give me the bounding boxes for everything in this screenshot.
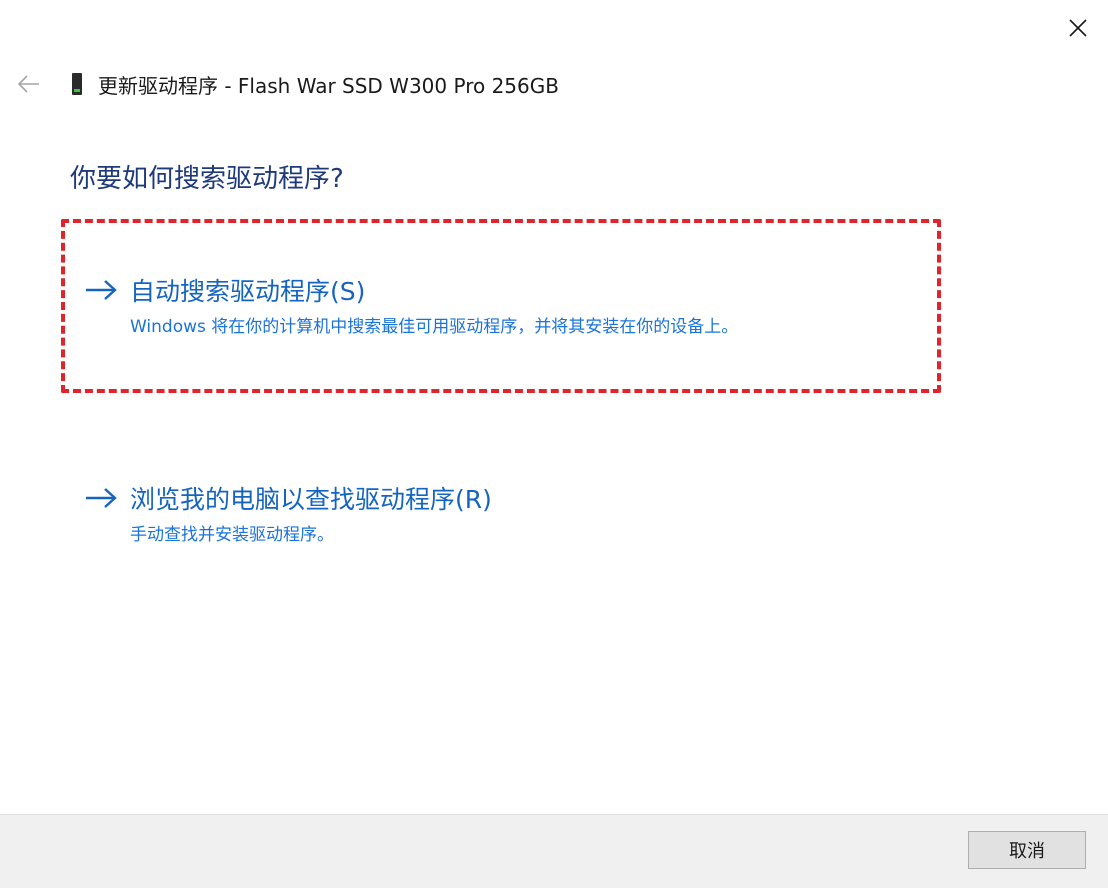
auto-search-description: Windows 将在你的计算机中搜索最佳可用驱动程序，并将其安装在你的设备上。: [130, 317, 739, 337]
browse-computer-option[interactable]: 浏览我的电脑以查找驱动程序(R) 手动查找并安装驱动程序。: [84, 480, 492, 545]
browse-computer-description: 手动查找并安装驱动程序。: [130, 525, 334, 545]
arrow-right-icon: [84, 486, 120, 510]
dialog-footer: 取消: [0, 814, 1108, 888]
close-button[interactable]: [1058, 8, 1098, 48]
browse-computer-label[interactable]: 浏览我的电脑以查找驱动程序(R): [130, 480, 492, 516]
back-button[interactable]: [14, 69, 44, 99]
auto-search-label[interactable]: 自动搜索驱动程序(S): [130, 272, 365, 308]
close-icon: [1069, 19, 1087, 37]
back-arrow-icon: [17, 75, 39, 93]
auto-search-option[interactable]: 自动搜索驱动程序(S) Windows 将在你的计算机中搜索最佳可用驱动程序，并…: [84, 272, 738, 337]
dialog-header: 更新驱动程序 - Flash War SSD W300 Pro 256GB: [14, 64, 559, 104]
drive-icon: [70, 71, 84, 97]
page-heading: 你要如何搜索驱动程序?: [70, 164, 344, 194]
cancel-button[interactable]: 取消: [968, 831, 1086, 869]
dialog-title: 更新驱动程序 - Flash War SSD W300 Pro 256GB: [98, 73, 559, 98]
update-driver-dialog: 更新驱动程序 - Flash War SSD W300 Pro 256GB 你要…: [0, 0, 1108, 888]
arrow-right-icon: [84, 278, 120, 302]
